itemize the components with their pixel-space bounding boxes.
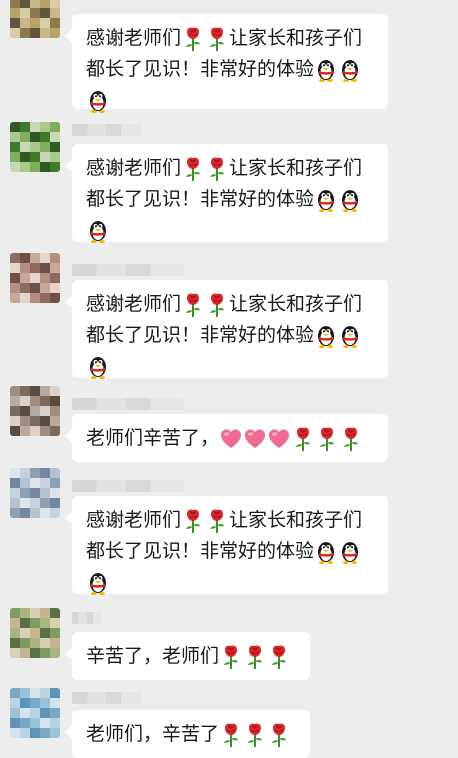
message-text: 感谢老师们 xyxy=(86,27,182,49)
sender-name-blurred xyxy=(72,398,184,410)
message-text: 都长了见识！非常好的体验 xyxy=(86,324,315,346)
rose-icon xyxy=(219,644,243,670)
message-text: 辛苦了，老师们 xyxy=(86,645,220,667)
rose-icon xyxy=(181,292,205,318)
rose-icon xyxy=(205,508,229,534)
rose-icon xyxy=(267,644,291,670)
message-line xyxy=(86,567,374,598)
sender-name-blurred xyxy=(72,612,102,624)
rose-icon xyxy=(315,426,339,452)
message-text: 老师们辛苦了， xyxy=(86,427,220,449)
message-line: 都长了见识！非常好的体验 xyxy=(86,184,374,215)
rose-icon xyxy=(267,722,291,748)
penguin-icon xyxy=(338,57,362,83)
message-line: 老师们辛苦了， xyxy=(86,423,374,454)
heart-icon xyxy=(219,426,243,452)
avatar[interactable] xyxy=(10,608,60,658)
message-line: 都长了见识！非常好的体验 xyxy=(86,320,374,351)
message-bubble[interactable]: 老师们，辛苦了 xyxy=(65,710,310,758)
message-line: 感谢老师们 让家长和孩子们 xyxy=(86,23,374,54)
avatar[interactable] xyxy=(10,253,60,303)
rose-icon xyxy=(205,26,229,52)
penguin-icon xyxy=(314,57,338,83)
rose-icon xyxy=(181,508,205,534)
message-line: 老师们，辛苦了 xyxy=(86,719,296,750)
penguin-icon xyxy=(314,187,338,213)
rose-icon xyxy=(243,722,267,748)
avatar[interactable] xyxy=(10,0,60,38)
avatar[interactable] xyxy=(10,468,60,518)
penguin-icon xyxy=(86,354,110,380)
message-bubble[interactable]: 感谢老师们 让家长和孩子们都长了见识！非常好的体验 xyxy=(65,144,388,243)
message-text: 老师们，辛苦了 xyxy=(86,723,220,745)
message-bubble[interactable]: 感谢老师们 让家长和孩子们都长了见识！非常好的体验 xyxy=(65,14,388,113)
message-line: 感谢老师们 让家长和孩子们 xyxy=(86,153,374,184)
heart-icon xyxy=(267,426,291,452)
rose-icon xyxy=(181,26,205,52)
penguin-icon xyxy=(338,187,362,213)
rose-icon xyxy=(243,644,267,670)
penguin-icon xyxy=(86,218,110,244)
message-bubble[interactable]: 老师们辛苦了， xyxy=(65,414,388,462)
message-text: 都长了见识！非常好的体验 xyxy=(86,58,315,80)
message-text: 感谢老师们 xyxy=(86,293,182,315)
message-text: 让家长和孩子们 xyxy=(229,157,363,179)
message-line: 都长了见识！非常好的体验 xyxy=(86,536,374,567)
avatar[interactable] xyxy=(10,122,60,172)
message-line: 感谢老师们 让家长和孩子们 xyxy=(86,289,374,320)
message-text: 都长了见识！非常好的体验 xyxy=(86,188,315,210)
heart-icon xyxy=(243,426,267,452)
penguin-icon xyxy=(338,323,362,349)
rose-icon xyxy=(339,426,363,452)
message-bubble[interactable]: 辛苦了，老师们 xyxy=(65,632,310,680)
rose-icon xyxy=(205,156,229,182)
penguin-icon xyxy=(314,323,338,349)
sender-name-blurred xyxy=(72,692,142,704)
sender-name-blurred xyxy=(72,264,184,276)
message-text: 感谢老师们 xyxy=(86,509,182,531)
rose-icon xyxy=(181,156,205,182)
message-line xyxy=(86,351,374,382)
rose-icon xyxy=(291,426,315,452)
message-line xyxy=(86,85,374,116)
message-text: 都长了见识！非常好的体验 xyxy=(86,540,315,562)
message-line: 辛苦了，老师们 xyxy=(86,641,296,672)
message-text: 让家长和孩子们 xyxy=(229,509,363,531)
penguin-icon xyxy=(86,570,110,596)
rose-icon xyxy=(219,722,243,748)
message-line xyxy=(86,215,374,246)
rose-icon xyxy=(205,292,229,318)
penguin-icon xyxy=(338,539,362,565)
penguin-icon xyxy=(314,539,338,565)
message-text: 让家长和孩子们 xyxy=(229,27,363,49)
sender-name-blurred xyxy=(72,480,184,492)
message-bubble[interactable]: 感谢老师们 让家长和孩子们都长了见识！非常好的体验 xyxy=(65,280,388,379)
message-bubble[interactable]: 感谢老师们 让家长和孩子们都长了见识！非常好的体验 xyxy=(65,496,388,595)
message-text: 感谢老师们 xyxy=(86,157,182,179)
sender-name-blurred xyxy=(72,124,142,136)
avatar[interactable] xyxy=(10,688,60,738)
avatar[interactable] xyxy=(10,386,60,436)
message-line: 感谢老师们 让家长和孩子们 xyxy=(86,505,374,536)
message-text: 让家长和孩子们 xyxy=(229,293,363,315)
message-line: 都长了见识！非常好的体验 xyxy=(86,54,374,85)
penguin-icon xyxy=(86,88,110,114)
